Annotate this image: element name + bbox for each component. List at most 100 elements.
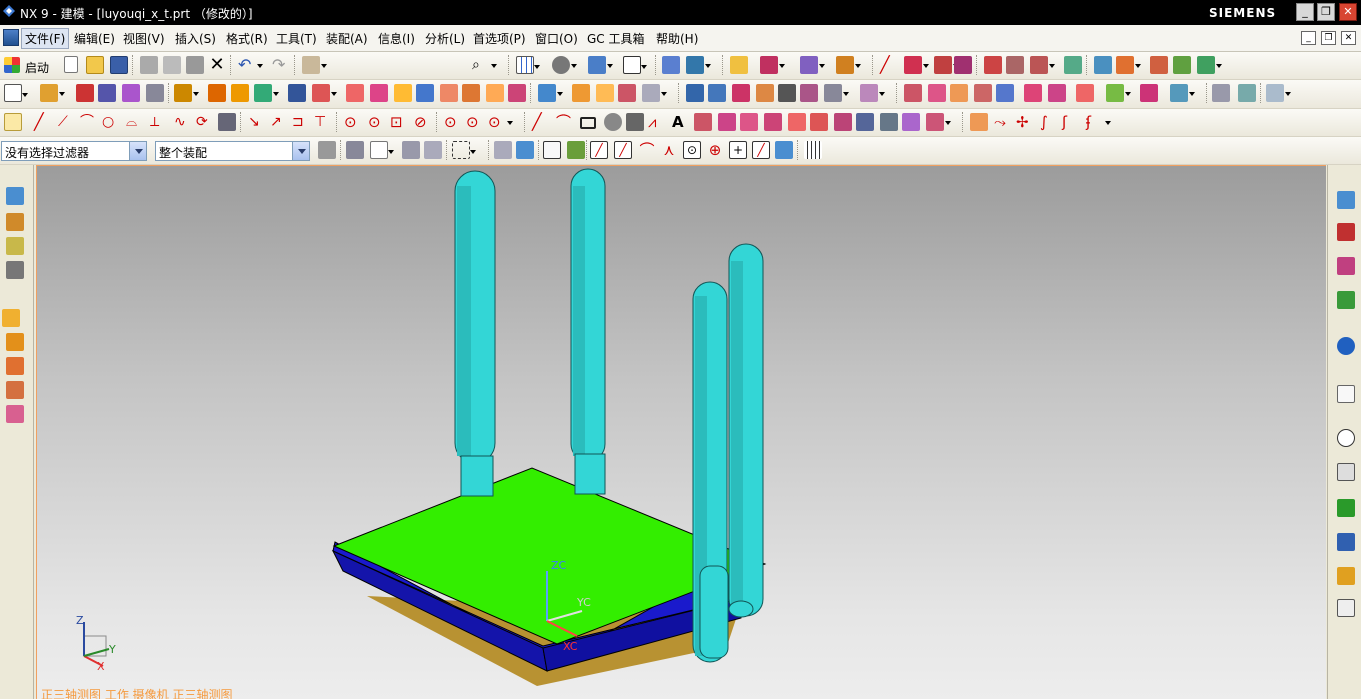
- cylinder-icon[interactable]: [146, 84, 164, 102]
- polygon-icon[interactable]: ⟳: [196, 113, 214, 131]
- filter-settings-icon[interactable]: [318, 141, 336, 159]
- pull-face-icon[interactable]: [596, 84, 614, 102]
- menu-help[interactable]: 帮助(H): [656, 30, 698, 47]
- shading-icon[interactable]: [552, 56, 577, 74]
- cut-icon[interactable]: [140, 56, 158, 74]
- display-icon[interactable]: [1197, 56, 1222, 74]
- menu-window[interactable]: 窗口(O): [535, 30, 578, 47]
- chevron-down-icon[interactable]: [292, 142, 309, 160]
- assembly-navigator-icon[interactable]: [6, 213, 24, 231]
- open-folder-icon[interactable]: [86, 56, 104, 74]
- box-select-icon[interactable]: [452, 141, 476, 159]
- mdi-restore-button[interactable]: ❐: [1321, 31, 1336, 45]
- layer-icon[interactable]: [1094, 56, 1112, 74]
- notes-icon[interactable]: [1337, 463, 1355, 481]
- wrap-curve-icon[interactable]: [880, 113, 898, 131]
- draft-analysis-icon[interactable]: [1266, 84, 1291, 102]
- midpoint-snap-icon[interactable]: ╱: [614, 141, 632, 159]
- rectangle-sketch-icon[interactable]: ∿: [174, 113, 192, 131]
- clock-icon[interactable]: [1337, 429, 1355, 447]
- menu-edit[interactable]: 编辑(E): [74, 30, 115, 47]
- extract-curve-icon[interactable]: [764, 113, 782, 131]
- people-icon[interactable]: [1337, 567, 1355, 585]
- history-panel-icon[interactable]: [1337, 599, 1355, 617]
- menu-preferences[interactable]: 首选项(P): [473, 30, 526, 47]
- replay-icon[interactable]: [800, 84, 818, 102]
- quadrant-snap-icon[interactable]: ⊕: [706, 141, 724, 159]
- mdi-minimize-button[interactable]: _: [1301, 31, 1316, 45]
- constraint-navigator-icon[interactable]: [6, 237, 24, 255]
- menu-gc-toolbox[interactable]: GC 工具箱: [587, 30, 645, 47]
- finish-sketch-icon[interactable]: [4, 113, 22, 131]
- wcs-line-icon[interactable]: ╱: [532, 113, 550, 131]
- reuse-icon[interactable]: [1337, 257, 1355, 275]
- graphics-window[interactable]: ZC YC XC Z Y X 正三轴测图 工作 摄像机 正三轴测图: [36, 165, 1326, 699]
- surface-icon[interactable]: [984, 56, 1002, 74]
- menu-tools[interactable]: 工具(T): [276, 30, 317, 47]
- helix-icon[interactable]: ⩘: [648, 113, 666, 131]
- extract-icon[interactable]: [950, 84, 968, 102]
- split-body-icon[interactable]: [440, 84, 458, 102]
- combined-curve-icon[interactable]: [834, 113, 852, 131]
- suppress-icon[interactable]: [756, 84, 774, 102]
- save-icon[interactable]: [110, 56, 128, 74]
- line-sketch-icon[interactable]: ⟋: [58, 113, 76, 131]
- type-filter-select[interactable]: 没有选择过滤器: [1, 141, 147, 161]
- edit-curve-icon[interactable]: [970, 113, 988, 131]
- menu-information[interactable]: 信息(I): [378, 30, 415, 47]
- cylinder-shape-icon[interactable]: [604, 113, 622, 131]
- sketch-icon[interactable]: [4, 84, 28, 102]
- spline-icon[interactable]: [934, 56, 959, 74]
- control-point-snap-icon[interactable]: ⌒: [638, 141, 656, 159]
- document-icon[interactable]: [1337, 385, 1355, 403]
- bridge-curve-icon[interactable]: [788, 113, 806, 131]
- snap-toggle-icon[interactable]: [567, 141, 585, 159]
- cone-icon[interactable]: [626, 113, 644, 131]
- block-icon[interactable]: [122, 84, 140, 102]
- profile-icon[interactable]: ╱: [34, 113, 52, 131]
- quick-extend-icon[interactable]: ↗: [270, 113, 288, 131]
- paste-icon[interactable]: [186, 56, 204, 74]
- swept-icon[interactable]: [1064, 56, 1082, 74]
- draft-icon[interactable]: [394, 84, 412, 102]
- trim-curve-icon[interactable]: ⤳: [994, 113, 1012, 131]
- intersection-snap-icon[interactable]: ⋏: [660, 141, 678, 159]
- feature-params-icon[interactable]: [708, 84, 726, 102]
- point-on-curve-icon[interactable]: ⊙: [444, 113, 462, 131]
- fillet-sketch-icon[interactable]: ⌓: [126, 113, 144, 131]
- undo-icon[interactable]: ↶: [238, 56, 263, 74]
- smooth-spline-icon[interactable]: ʃ: [1062, 113, 1080, 131]
- part-navigator-icon[interactable]: [6, 187, 24, 205]
- subtract-icon[interactable]: [208, 84, 226, 102]
- chamfer-icon[interactable]: [346, 84, 364, 102]
- divide-curve-icon[interactable]: ✢: [1016, 113, 1034, 131]
- menu-assembly[interactable]: 装配(A): [326, 30, 368, 47]
- minimize-button[interactable]: _: [1296, 3, 1314, 21]
- wcs-arc-icon[interactable]: ⌒: [556, 113, 574, 131]
- wave-icon[interactable]: [904, 84, 922, 102]
- update-icon[interactable]: [860, 84, 885, 102]
- section-icon[interactable]: [1170, 84, 1195, 102]
- line-icon[interactable]: ╱: [880, 56, 898, 74]
- hd3d-icon[interactable]: [6, 333, 24, 351]
- menu-view[interactable]: 视图(V): [123, 30, 165, 47]
- assembly-icon[interactable]: [1337, 191, 1355, 209]
- constraint-icon[interactable]: ⊙: [344, 113, 362, 131]
- menu-file[interactable]: 文件(F): [21, 28, 70, 49]
- hd3d-tools-icon[interactable]: [1337, 291, 1355, 309]
- chevron-down-icon[interactable]: [129, 142, 146, 160]
- trim-body-icon[interactable]: [416, 84, 434, 102]
- pattern-icon[interactable]: [254, 84, 279, 102]
- select-all-icon[interactable]: [494, 141, 512, 159]
- menu-analysis[interactable]: 分析(L): [425, 30, 465, 47]
- face-icon[interactable]: [1024, 84, 1042, 102]
- deviation-icon[interactable]: [1238, 84, 1256, 102]
- intersect-curve-icon[interactable]: [718, 113, 736, 131]
- replace-face-icon[interactable]: [642, 84, 667, 102]
- text-icon[interactable]: A: [672, 113, 690, 131]
- general-selection-icon[interactable]: [346, 141, 364, 159]
- mirror-icon[interactable]: [288, 84, 306, 102]
- concentric-icon[interactable]: ⊙: [488, 113, 513, 131]
- unite-icon[interactable]: [174, 84, 199, 102]
- offset-face-icon[interactable]: [618, 84, 636, 102]
